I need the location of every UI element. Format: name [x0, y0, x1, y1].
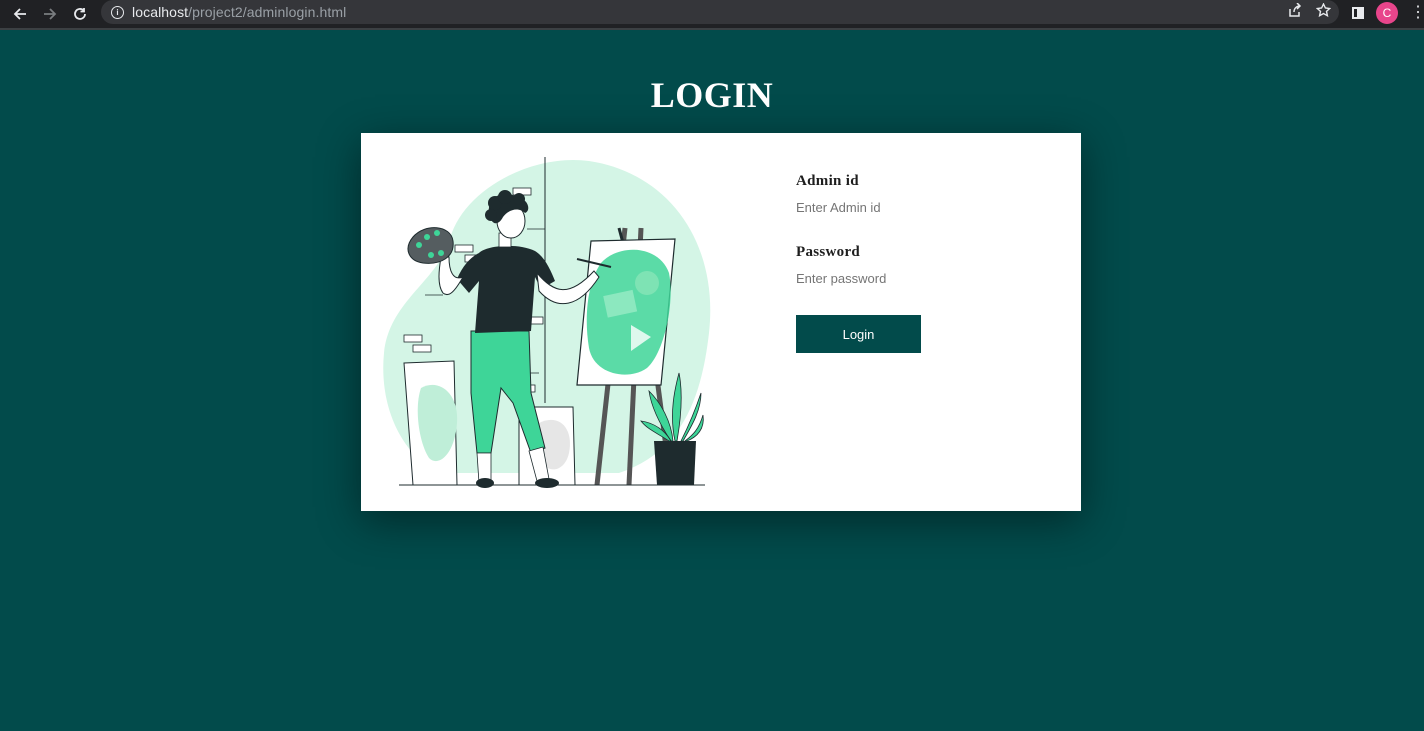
password-group: Password [796, 244, 1056, 287]
address-bar[interactable]: i localhost/project2/adminlogin.html [101, 0, 1339, 24]
admin-id-input[interactable] [796, 198, 1036, 216]
password-input[interactable] [796, 269, 1036, 287]
url-host: localhost [132, 4, 189, 20]
page-title: LOGIN [650, 75, 774, 115]
admin-id-group: Admin id [796, 173, 1056, 216]
side-panel-icon[interactable] [1352, 7, 1364, 19]
arrow-left-icon[interactable] [5, 2, 35, 26]
star-icon[interactable] [1315, 2, 1332, 20]
artist-illustration [383, 157, 711, 488]
url-path: /project2/adminlogin.html [188, 4, 347, 20]
reload-icon[interactable] [65, 2, 95, 26]
info-icon[interactable]: i [111, 5, 124, 19]
login-form: Admin id Password Login [796, 173, 1056, 353]
password-label: Password [796, 244, 861, 260]
arrow-right-icon[interactable] [35, 2, 65, 26]
login-button[interactable]: Login [796, 315, 921, 353]
url-text[interactable]: localhost/project2/adminlogin.html [132, 4, 346, 20]
kebab-menu-icon[interactable]: ⋮ [1410, 5, 1424, 21]
login-card: Admin id Password Login [361, 133, 1081, 511]
browser-toolbar: i localhost/project2/adminlogin.html C ⋮ [0, 0, 1424, 30]
profile-avatar[interactable]: C [1376, 2, 1398, 24]
share-icon[interactable] [1287, 2, 1302, 20]
admin-id-label: Admin id [796, 173, 859, 189]
